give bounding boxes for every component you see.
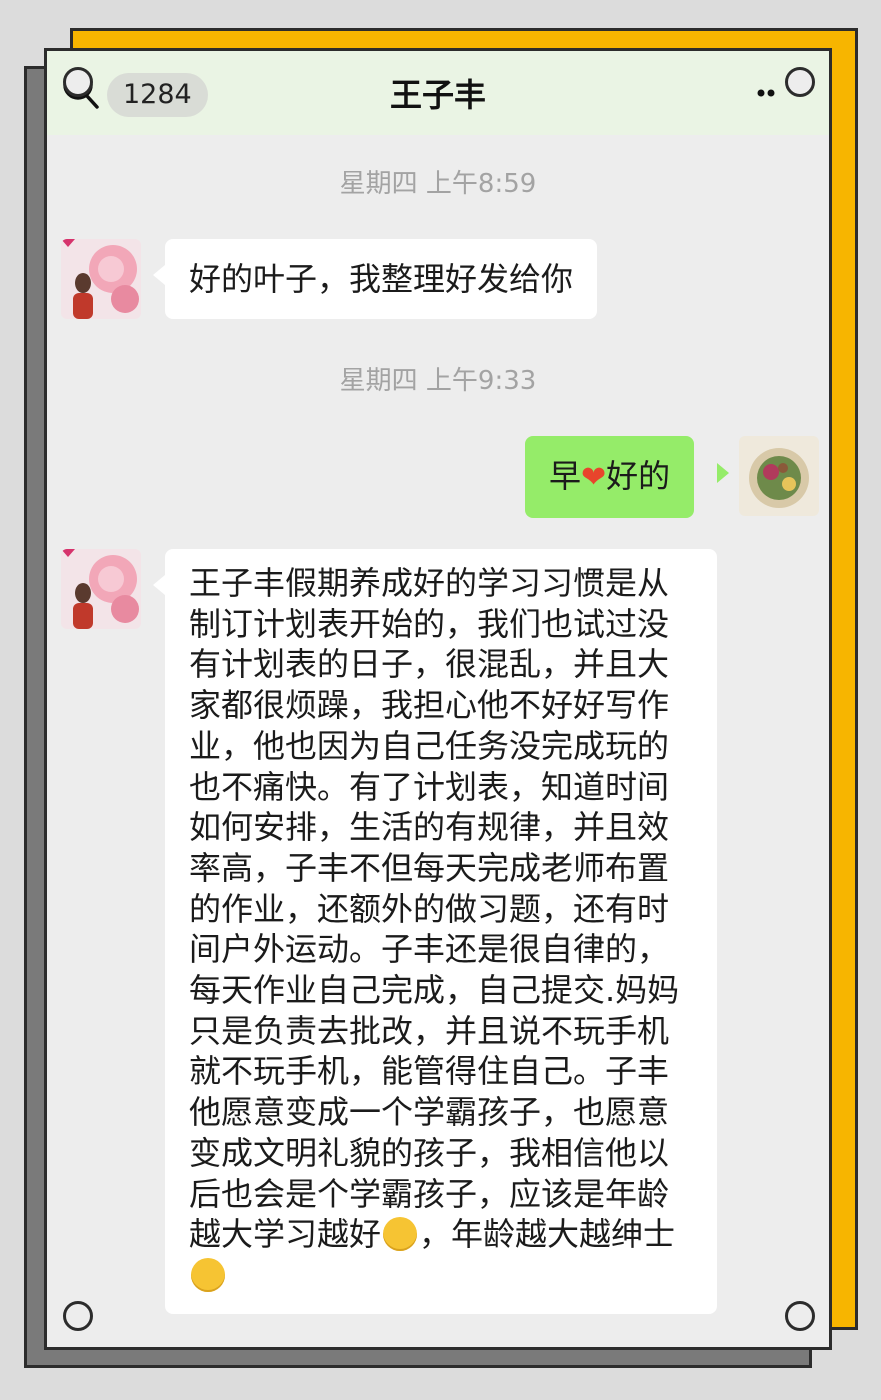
grinning-emoji-icon — [383, 1217, 418, 1252]
bubble-tail — [153, 575, 165, 595]
message-text: 王子丰假期养成好的学习习惯是从制订计划表开始的，我们也试过没有计划表的日子，很混… — [189, 564, 680, 1254]
bubble-tail — [717, 463, 729, 483]
chat-window: 1284 王子丰 星期四 上午8:59 好的叶子，我整理好发给你 星期四 上午9… — [44, 48, 832, 1350]
contact-avatar[interactable] — [61, 239, 141, 319]
bubble-tail — [153, 265, 165, 285]
sent-message-bubble[interactable]: 早❤好的 — [525, 436, 695, 518]
corner-rivet — [63, 67, 93, 97]
message-text: ，年龄越大越绅士 — [419, 1215, 676, 1254]
corner-rivet — [63, 1301, 93, 1331]
contact-avatar[interactable] — [61, 549, 141, 629]
chat-header: 1284 王子丰 — [47, 51, 829, 135]
corner-rivet — [785, 67, 815, 97]
timestamp: 星期四 上午8:59 — [339, 169, 537, 199]
grinning-emoji-icon — [191, 1257, 225, 1292]
message-text: 好的 — [606, 457, 671, 495]
timestamp: 星期四 上午9:33 — [339, 366, 537, 396]
my-avatar[interactable] — [739, 436, 819, 516]
corner-rivet — [785, 1301, 815, 1331]
message-text: 早 — [549, 457, 582, 495]
received-message-bubble[interactable]: 好的叶子，我整理好发给你 — [165, 239, 598, 319]
received-message-bubble[interactable]: 王子丰假期养成好的学习习惯是从制订计划表开始的，我们也试过没有计划表的日子，很混… — [165, 549, 717, 1314]
heart-emoji-icon: ❤ — [581, 460, 607, 495]
chat-title: 王子丰 — [389, 76, 486, 114]
